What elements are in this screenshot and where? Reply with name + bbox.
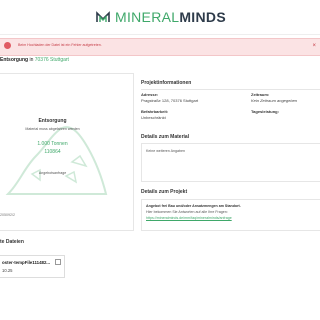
period-label: Zeitraum: xyxy=(251,92,270,97)
project-details-line2: Hier bekommen Sie Antworten auf alle Ihr… xyxy=(146,210,228,214)
alert-close-button[interactable]: × xyxy=(312,42,316,50)
alert-icon xyxy=(4,42,11,49)
page-title: Entsorgung in 70376 Stuttgart xyxy=(0,57,69,63)
logo-mineral: MINERAL xyxy=(115,9,180,25)
logo-minds: MINDS xyxy=(179,9,226,25)
project-info-title: Projektinformationen xyxy=(141,80,192,86)
card-subtitle: Material muss abgefahren werden xyxy=(25,127,80,131)
alert-text: Beim Hochladen der Datei ist ein Fehler … xyxy=(18,43,102,47)
files-section-title: te Dateien xyxy=(0,239,24,245)
material-details-text: Keine weiteren Angaben xyxy=(146,149,185,153)
file-date: 10.25 xyxy=(2,268,13,273)
card-weight: 110864 xyxy=(44,149,61,155)
material-details-box: Keine weiteren Angaben xyxy=(141,143,320,182)
error-alert: Beim Hochladen der Datei ist ein Fehler … xyxy=(0,38,320,56)
daily-output-label: Tagesleistung: xyxy=(251,109,279,114)
address-value: Pragstraße 128, 70376 Stuttgart xyxy=(141,98,199,103)
project-details-title: Details zum Projekt xyxy=(141,189,188,195)
card-heading: Entsorgung xyxy=(38,118,67,124)
card-quantity: 1.000 Tonnen xyxy=(37,141,68,147)
logo-wordmark: MINERALMINDS xyxy=(115,9,226,25)
card-offer-label: Angebotsanfrage xyxy=(38,171,67,175)
address-label: Adresse: xyxy=(141,92,159,97)
project-details-line1: Angebot frei Bau und/oder Ansatzmengen a… xyxy=(146,204,241,208)
listing-card[interactable]: Entsorgung Material muss abgefahren werd… xyxy=(0,73,134,231)
faq-link[interactable]: https://mineralminds.de/mm/faq/mineralmi… xyxy=(146,216,232,220)
project-details-box: Angebot frei Bau und/oder Ansatzmengen a… xyxy=(141,199,320,231)
period-value: Kein Zeitraum angegeben xyxy=(251,98,298,103)
title-location-link[interactable]: 70376 Stuttgart xyxy=(35,57,69,63)
drivability-label: Befahrbarkeit: xyxy=(141,109,169,114)
header: MINERALMINDS xyxy=(0,0,320,35)
material-details-title: Details zum Material xyxy=(141,134,190,140)
mm-logo-icon xyxy=(96,11,110,22)
title-prefix: Entsorgung xyxy=(0,57,29,63)
file-name: oster-tempFile111482... xyxy=(2,260,51,265)
file-select-checkbox[interactable] xyxy=(55,259,61,265)
project-info-divider xyxy=(141,89,320,90)
drivability-value: Unbeschränkt xyxy=(141,115,166,120)
card-id: 205092/2 xyxy=(0,213,15,217)
title-in: in xyxy=(29,57,34,63)
logo[interactable]: MINERALMINDS xyxy=(96,9,226,25)
file-item[interactable]: oster-tempFile111482... 10.25 xyxy=(0,255,65,278)
